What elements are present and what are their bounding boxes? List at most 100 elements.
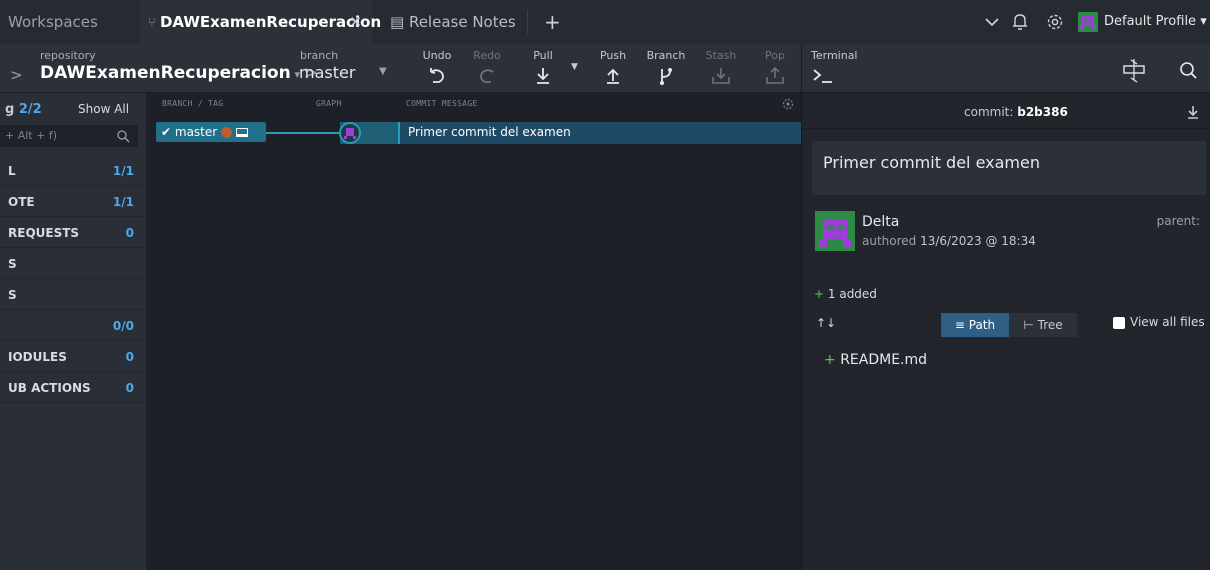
branch-selector[interactable]: master ▼ <box>299 63 387 82</box>
chevron-right-icon[interactable]: > <box>10 66 23 84</box>
push-label: Push <box>599 49 627 62</box>
commit-detail-panel: commit: b2b386 Primer commit del examen … <box>801 93 1210 570</box>
repo-branch-icon: ⑂ <box>148 16 160 31</box>
tab-repository[interactable]: ⑂ DAWExamenRecuperacion ✕ <box>140 0 381 44</box>
column-header-graph[interactable]: GRAPH <box>316 93 342 115</box>
close-tab-icon[interactable]: ✕ <box>349 0 362 44</box>
sort-icon[interactable]: ↑↓ <box>816 316 836 330</box>
commit-sha-value: b2b386 <box>1017 105 1068 119</box>
branch-name: master <box>299 63 356 82</box>
new-tab-button[interactable]: + <box>544 0 561 44</box>
sidebar-item-count: 0 <box>125 381 134 395</box>
commit-sha[interactable]: commit: b2b386 <box>964 105 1068 119</box>
terminal-icon[interactable] <box>811 66 837 86</box>
list-icon: ≡ <box>954 318 965 332</box>
repo-selector[interactable]: DAWExamenRecuperacion ▾ > <box>40 63 318 83</box>
sidebar-item-pull-requests[interactable]: REQUESTS 0 <box>0 217 146 248</box>
sidebar-item-github-actions[interactable]: UB ACTIONS 0 <box>0 372 146 403</box>
pull-icon <box>537 68 549 84</box>
branch-tag-label: master <box>174 125 218 139</box>
search-icon <box>117 130 130 143</box>
caret-down-icon: ▾ <box>1200 14 1207 29</box>
filter-input[interactable]: + Alt + f) <box>0 125 138 147</box>
sidebar-item-issues[interactable]: S <box>0 248 146 279</box>
branch-connector <box>266 132 340 134</box>
sidebar-item-submodules[interactable]: IODULES 0 <box>0 341 146 372</box>
view-all-checkbox[interactable] <box>1113 317 1125 329</box>
chevron-down-icon[interactable] <box>984 15 1000 29</box>
download-icon[interactable] <box>1187 105 1199 119</box>
command-palette-icon[interactable] <box>1121 56 1147 86</box>
path-view-label: Path <box>968 318 996 332</box>
commit-message-cell[interactable]: Primer commit del examen <box>398 122 801 144</box>
tab-divider <box>527 10 528 34</box>
undo-label: Undo <box>422 49 452 62</box>
push-icon <box>607 68 619 84</box>
tree-view-label: Tree <box>1037 318 1063 332</box>
sidebar-item-count: 0/0 <box>112 319 134 333</box>
pull-options-caret-icon[interactable]: ▼ <box>571 62 578 72</box>
show-all-button[interactable]: Show All <box>78 102 129 116</box>
tab-release-notes-label: Release Notes <box>408 13 516 31</box>
avatar-icon <box>344 128 356 139</box>
tab-bar: Workspaces ⑂ DAWExamenRecuperacion ✕ ▤ R… <box>0 0 1210 44</box>
push-button[interactable]: Push <box>596 44 630 93</box>
gear-icon[interactable] <box>782 98 794 110</box>
viewing-count: g 2/2 <box>5 102 42 117</box>
tree-view-button[interactable]: ⊢ Tree <box>1009 313 1077 337</box>
undo-icon <box>430 68 444 83</box>
undo-button[interactable]: Undo <box>420 44 454 93</box>
sidebar-item-remote[interactable]: OTE 1/1 <box>0 186 146 217</box>
sidebar-item-label: S <box>8 257 17 271</box>
view-all-label: View all files <box>1130 315 1205 329</box>
redo-button[interactable]: Redo <box>470 44 504 93</box>
column-header-branch[interactable]: BRANCH / TAG <box>162 93 223 115</box>
bell-icon[interactable] <box>1012 12 1028 32</box>
commit-node[interactable] <box>339 122 361 144</box>
repo-label: repository <box>40 49 96 62</box>
branch-button-label: Branch <box>646 49 686 62</box>
parent-label: parent: <box>1156 214 1200 228</box>
sidebar-item-count: 1/1 <box>112 195 134 209</box>
file-item-readme[interactable]: + README.md <box>824 352 927 368</box>
author-name: Delta <box>862 214 900 230</box>
branch-button[interactable]: Branch <box>646 44 686 93</box>
authored-date: authored 13/6/2023 @ 18:34 <box>862 234 1036 248</box>
search-icon[interactable] <box>1178 60 1198 82</box>
commit-message-box[interactable]: Primer commit del examen <box>812 141 1206 195</box>
stash-button[interactable]: Stash <box>704 44 738 93</box>
sidebar-item-count: 0 <box>125 226 134 240</box>
sidebar-item-local[interactable]: L 1/1 <box>0 155 146 186</box>
path-view-button[interactable]: ≡ Path <box>941 313 1009 337</box>
tree-icon: ⊢ <box>1023 318 1034 332</box>
profile-menu[interactable]: Default Profile ▾ <box>1104 0 1207 44</box>
column-header-message[interactable]: COMMIT MESSAGE <box>406 93 478 115</box>
branch-tag-master[interactable]: ✔ master <box>156 122 266 142</box>
profile-name: Default Profile <box>1104 14 1197 29</box>
sidebar-item-count: 1/1 <box>112 164 134 178</box>
added-count: + 1 added <box>814 287 877 301</box>
profile-avatar[interactable] <box>1078 12 1098 32</box>
pull-button[interactable]: Pull <box>526 44 560 93</box>
stash-icon <box>712 68 730 84</box>
branch-label: branch <box>300 49 339 62</box>
sidebar-item-tags[interactable]: S <box>0 279 146 310</box>
tab-release-notes[interactable]: ▤ Release Notes <box>390 0 516 44</box>
sidebar-item-label: UB ACTIONS <box>8 381 91 395</box>
authored-date-value: 13/6/2023 @ 18:34 <box>920 234 1036 248</box>
file-name: README.md <box>840 352 928 368</box>
tab-workspaces[interactable]: Workspaces <box>8 0 98 44</box>
gear-icon[interactable] <box>1046 13 1064 31</box>
pop-button[interactable]: Pop <box>758 44 792 93</box>
viewing-value: 2/2 <box>18 102 42 117</box>
sidebar-item-stashes[interactable]: 0/0 <box>0 310 146 341</box>
stash-label: Stash <box>705 49 737 62</box>
toolbar-divider <box>801 44 802 93</box>
document-icon: ▤ <box>390 13 409 31</box>
laptop-icon <box>235 128 248 137</box>
table-row[interactable]: ✔ master Primer commit del examen <box>146 122 801 144</box>
plus-icon: + <box>814 287 825 301</box>
author-avatar <box>815 211 855 251</box>
sidebar-item-label: IODULES <box>8 350 67 364</box>
commit-graph: BRANCH / TAG GRAPH COMMIT MESSAGE ✔ mast… <box>146 93 801 570</box>
